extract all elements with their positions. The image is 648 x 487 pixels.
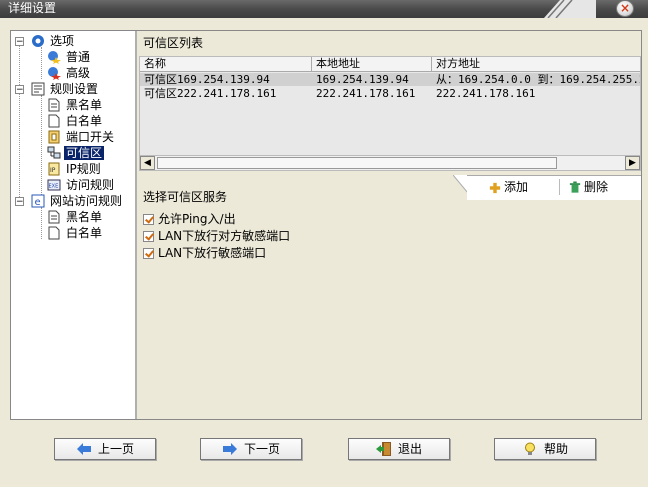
lightbulb-icon	[524, 442, 535, 455]
options-expander[interactable]: −	[15, 37, 24, 47]
svg-text:e: e	[35, 197, 41, 208]
trusted-zone-list[interactable]: 名称 本地地址 对方地址 可信区169.254.139.94 169.254.1…	[139, 56, 641, 171]
tree-item-ip-rules[interactable]: IP IP规则	[47, 161, 103, 177]
arrow-right-icon	[222, 443, 237, 455]
prev-page-button[interactable]: 上一页	[54, 438, 156, 460]
table-row[interactable]: 可信区169.254.139.94 169.254.139.94 从：169.2…	[140, 73, 640, 86]
button-bar: 上一页 下一页 退出 帮助	[10, 420, 642, 476]
rules-doc-icon	[31, 82, 45, 96]
checkbox-checked[interactable]	[143, 248, 154, 259]
scroll-right-button[interactable]: ▶	[625, 156, 640, 170]
tree-line	[41, 47, 42, 79]
close-icon: ×	[619, 1, 631, 15]
tree-item-advanced[interactable]: 高级	[47, 65, 92, 81]
tree-line	[41, 95, 42, 207]
exit-door-icon	[375, 442, 391, 456]
horizontal-scrollbar[interactable]: ◀ ▶	[139, 155, 641, 171]
whitelist-doc-icon	[48, 114, 60, 128]
checkbox-checked[interactable]	[143, 214, 154, 225]
rules-expander[interactable]: −	[15, 85, 24, 95]
help-button[interactable]: 帮助	[494, 438, 596, 460]
web-whitelist-doc-icon	[48, 226, 60, 240]
general-star-icon	[48, 51, 61, 64]
tree-item-whitelist[interactable]: 白名单	[47, 113, 104, 129]
lan-remote-ports-checkbox[interactable]: LAN下放行对方敏感端口	[143, 228, 290, 244]
lan-local-ports-checkbox[interactable]: LAN下放行敏感端口	[143, 245, 266, 261]
column-name[interactable]: 名称	[140, 57, 312, 71]
content-panel: 可信区列表 名称 本地地址 对方地址 可信区169.254.139.94 169…	[137, 31, 641, 419]
column-local-address[interactable]: 本地地址	[312, 57, 432, 71]
svg-text:IP: IP	[50, 167, 56, 174]
scroll-left-button[interactable]: ◀	[140, 156, 155, 170]
port-switch-icon	[48, 130, 60, 144]
blacklist-doc-icon	[48, 98, 60, 112]
delete-button[interactable]: 删除	[569, 178, 608, 196]
close-button[interactable]: ×	[616, 0, 634, 17]
tree-item-trusted-zone[interactable]: 可信区	[47, 145, 105, 161]
arrow-right-icon: ▶	[629, 158, 636, 168]
web-blacklist-doc-icon	[48, 210, 60, 224]
title-bar: 详细设置 ×	[0, 0, 648, 18]
arrow-left-icon	[76, 443, 91, 455]
exit-button[interactable]: 退出	[348, 438, 450, 460]
tree-item-web-access-rules[interactable]: e 网站访问规则	[31, 193, 124, 209]
tree-item-options[interactable]: 选项	[31, 33, 76, 49]
trusted-zone-network-icon	[47, 146, 61, 159]
plus-icon	[489, 182, 501, 194]
settings-tree: − 选项 普通 高级 − 规则设置 黑名单 白名单 端口开关 可信区 IP IP规…	[11, 31, 137, 419]
add-button[interactable]: 添加	[489, 178, 528, 196]
web-rules-expander[interactable]: −	[15, 197, 24, 207]
tree-item-web-blacklist[interactable]: 黑名单	[47, 209, 104, 225]
action-divider	[559, 179, 560, 195]
main-frame: − 选项 普通 高级 − 规则设置 黑名单 白名单 端口开关 可信区 IP IP规…	[10, 30, 642, 420]
tree-line	[41, 207, 42, 239]
trash-icon	[569, 181, 581, 193]
table-row[interactable]: 可信区222.241.178.161 222.241.178.161 222.2…	[140, 87, 640, 100]
svg-text:EXE: EXE	[49, 184, 59, 190]
access-rules-exe-icon: EXE	[47, 179, 61, 191]
web-e-icon: e	[31, 194, 45, 208]
allow-ping-checkbox[interactable]: 允许Ping入/出	[143, 211, 236, 227]
next-page-button[interactable]: 下一页	[200, 438, 302, 460]
tree-item-access-rules[interactable]: EXE 访问规则	[47, 177, 116, 193]
arrow-left-icon: ◀	[144, 158, 151, 168]
trusted-list-title: 可信区列表	[137, 31, 641, 55]
ip-rules-icon: IP	[48, 162, 60, 176]
window-title: 详细设置	[8, 1, 57, 15]
advanced-star-icon	[48, 67, 61, 80]
tree-item-web-whitelist[interactable]: 白名单	[47, 225, 104, 241]
tree-item-blacklist[interactable]: 黑名单	[47, 97, 104, 113]
tree-line	[19, 45, 20, 203]
list-header: 名称 本地地址 对方地址	[140, 57, 640, 72]
scroll-thumb[interactable]	[157, 157, 557, 169]
tree-item-rules[interactable]: 规则设置	[31, 81, 100, 97]
options-gear-icon	[32, 35, 44, 47]
checkbox-checked[interactable]	[143, 231, 154, 242]
titlebar-decoration	[544, 0, 596, 18]
tree-item-port-switch[interactable]: 端口开关	[47, 129, 116, 145]
column-remote-address[interactable]: 对方地址	[432, 57, 640, 71]
services-title: 选择可信区服务	[143, 190, 228, 204]
tree-item-general[interactable]: 普通	[47, 49, 92, 65]
